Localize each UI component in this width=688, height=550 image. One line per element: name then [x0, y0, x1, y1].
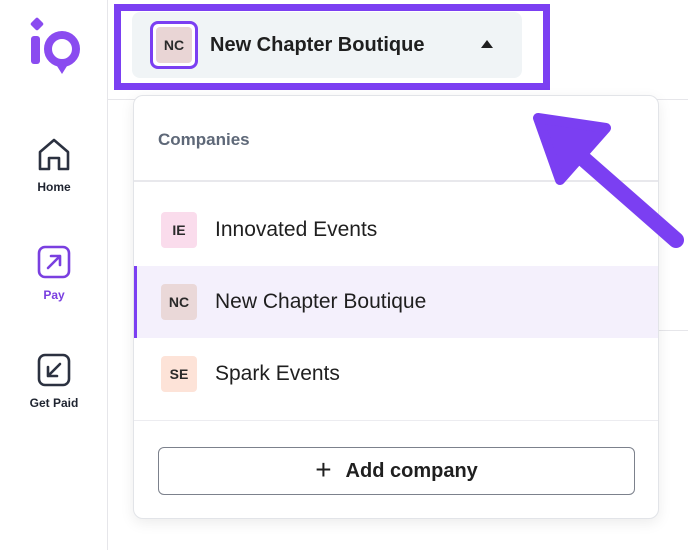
sidebar-item-label: Get Paid	[29, 396, 79, 410]
sidebar-item-label: Pay	[43, 288, 65, 302]
company-avatar: SE	[161, 356, 197, 392]
divider	[134, 420, 658, 421]
company-option-label: New Chapter Boutique	[215, 290, 427, 313]
home-icon	[34, 134, 74, 174]
annotation-highlight-box	[114, 4, 550, 90]
io-logo[interactable]	[26, 16, 82, 76]
sidebar: Home Pay Get Paid	[0, 0, 108, 550]
company-option-label: Innovated Events	[215, 218, 378, 241]
pointer-arrow-icon	[533, 113, 684, 248]
sidebar-item-home[interactable]: Home	[0, 134, 108, 194]
dropdown-header: Companies	[158, 130, 250, 149]
company-avatar: NC	[161, 284, 197, 320]
company-option-label: Spark Events	[215, 362, 340, 385]
add-company-label: Add company	[345, 459, 478, 482]
arrow-up-right-icon	[34, 242, 74, 282]
arrow-down-left-icon	[34, 350, 74, 390]
add-company-button[interactable]: + Add company	[158, 447, 635, 495]
sidebar-item-get-paid[interactable]: Get Paid	[0, 350, 108, 410]
content-divider	[658, 330, 688, 331]
company-option-spark-events[interactable]: SE Spark Events	[134, 338, 658, 410]
sidebar-item-label: Home	[37, 180, 71, 194]
company-option-new-chapter-boutique[interactable]: NC New Chapter Boutique	[134, 266, 658, 338]
plus-icon: +	[315, 453, 332, 485]
company-avatar: IE	[161, 212, 197, 248]
sidebar-item-pay[interactable]: Pay	[0, 242, 108, 302]
